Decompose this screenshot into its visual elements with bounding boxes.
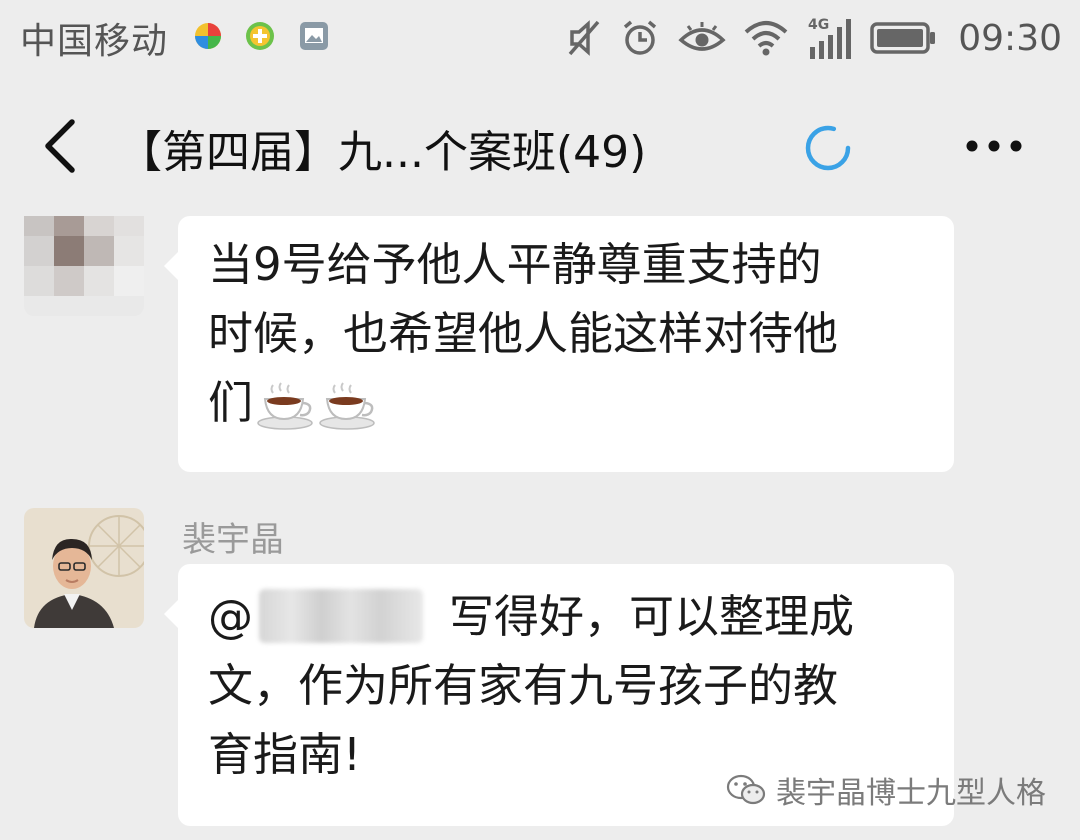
clock: 09:30 <box>958 17 1062 59</box>
mention-at: @ <box>208 590 253 643</box>
status-icons: 4G 09:30 <box>566 10 1062 66</box>
sender-name: 裴宇晶 <box>182 520 284 560</box>
chat-title[interactable]: 【第四届】九...个案班(49) <box>118 116 646 180</box>
pixelated-avatar-image <box>24 216 144 316</box>
wifi-icon <box>744 21 788 56</box>
watermark: 裴宇晶博士九型人格 <box>726 768 1046 812</box>
message-text-fragment: 们 <box>208 376 254 429</box>
app-notification-icon <box>195 23 221 49</box>
message-bubble[interactable]: 当9号给予他人平静尊重支持的 时候，也希望他人能这样对待他 们 <box>164 216 954 472</box>
network-type-label: 4G <box>808 17 829 33</box>
carrier-label: 中国移动 <box>20 21 169 62</box>
message-text-line: 文，作为所有家有九号孩子的教 <box>208 659 839 712</box>
mute-icon <box>568 20 600 56</box>
chat-header: 【第四届】九...个案班(49) <box>0 76 1080 216</box>
message-list[interactable]: 当9号给予他人平静尊重支持的 时候，也希望他人能这样对待他 们 裴宇晶 @ 写得… <box>0 216 1080 840</box>
loading-spinner-icon <box>805 125 851 171</box>
battery-icon <box>870 22 936 54</box>
chevron-left-icon[interactable] <box>38 118 88 174</box>
blurred-mention-name <box>259 589 423 643</box>
person-avatar-image <box>24 508 144 628</box>
security-app-icon <box>246 22 274 50</box>
message-text-fragment: 写得好，可以整理成 <box>449 590 855 643</box>
status-bar: 中国移动 4G 09:30 <box>0 0 1080 76</box>
watermark-text: 裴宇晶博士九型人格 <box>776 776 1046 811</box>
wechat-icon <box>726 774 766 805</box>
alarm-icon <box>624 20 657 55</box>
gallery-icon <box>300 22 328 50</box>
message-text-line: 们 <box>208 368 926 437</box>
coffee-cup-icon <box>319 382 375 430</box>
avatar[interactable] <box>24 508 144 628</box>
message-text-line: 当9号给予他人平静尊重支持的 <box>208 238 822 291</box>
eye-comfort-icon <box>678 22 726 51</box>
avatar[interactable] <box>24 216 144 316</box>
more-dots-icon[interactable] <box>962 128 1026 164</box>
message-text-line: 时候，也希望他人能这样对待他 <box>208 307 839 360</box>
message-text-line: @ 写得好，可以整理成 <box>208 582 926 651</box>
cellular-signal-icon: 4G <box>808 17 852 59</box>
coffee-cup-icon <box>257 382 313 430</box>
